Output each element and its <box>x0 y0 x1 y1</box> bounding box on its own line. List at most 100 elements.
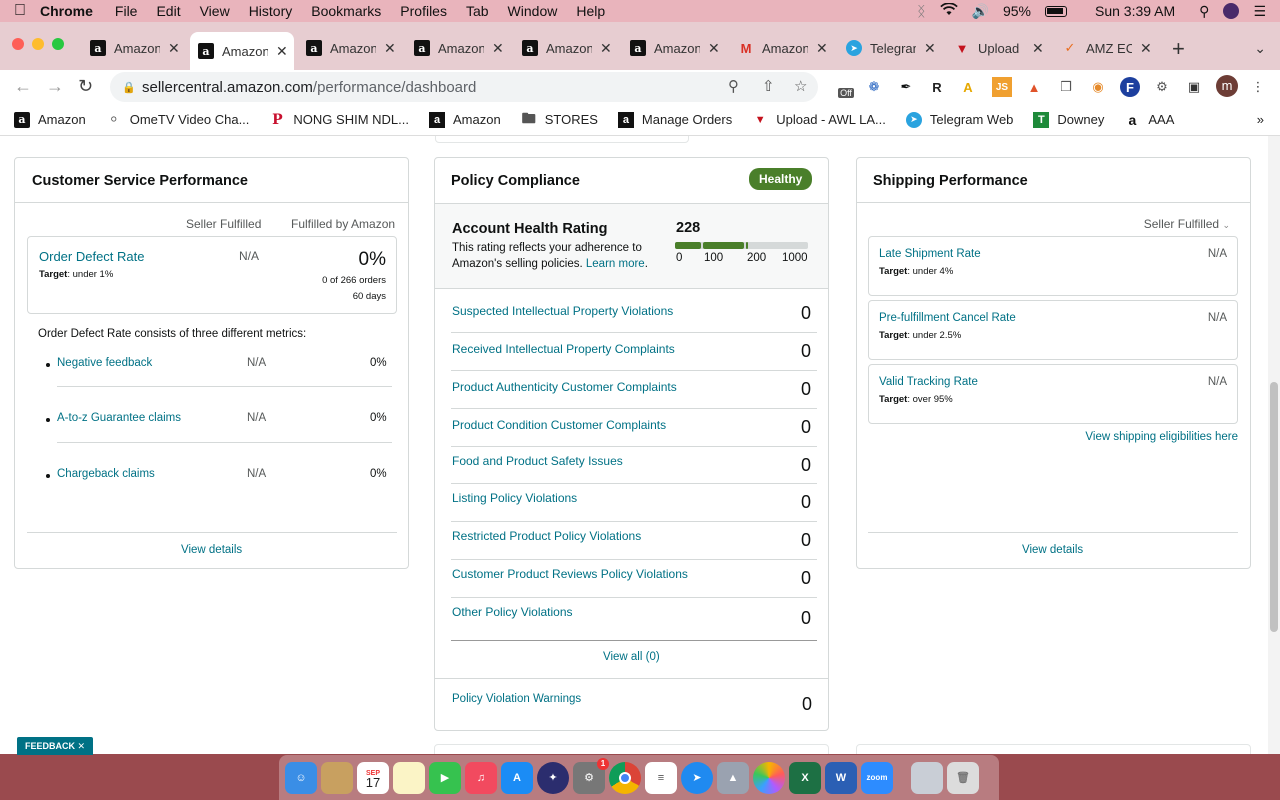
close-tab-icon[interactable]: ✕ <box>708 40 720 57</box>
order-defect-rate-link[interactable]: Order Defect Rate <box>39 249 145 264</box>
safari-icon[interactable]: ➤ <box>681 761 713 794</box>
excel-icon[interactable]: X <box>789 761 821 794</box>
close-tab-icon[interactable]: ✕ <box>924 40 936 57</box>
forward-button[interactable]: → <box>46 76 64 97</box>
menu-view[interactable]: View <box>200 3 230 19</box>
close-tab-icon[interactable]: ✕ <box>816 40 828 57</box>
bookmark-folder-stores[interactable]: 🖿 STORES <box>521 110 598 128</box>
chargeback-claims-link[interactable]: Chargeback claims <box>57 468 155 480</box>
tab-amazon-1[interactable]: a Amazon ✕ <box>82 34 186 62</box>
siri-icon[interactable]: ✦ <box>537 761 569 794</box>
trash-icon[interactable]: 🗑 <box>947 761 979 794</box>
extension-circle-icon[interactable]: ◉ <box>1088 77 1108 97</box>
launchpad-icon[interactable]: ▲ <box>717 761 749 794</box>
chrome-menu-icon[interactable]: ⋮ <box>1248 77 1268 97</box>
battery-icon[interactable] <box>1045 5 1067 17</box>
shipping-view-details[interactable]: View details <box>1022 544 1083 556</box>
zoom-window-button[interactable] <box>52 38 64 50</box>
clock[interactable]: Sun 3:39 AM <box>1095 3 1175 19</box>
fulfillment-filter-dropdown[interactable]: Seller Fulfilled ⌄ <box>1144 217 1230 231</box>
calendar-icon[interactable]: SEP 17 <box>357 761 389 794</box>
preview-icon[interactable] <box>911 761 943 794</box>
menu-app-name[interactable]: Chrome <box>40 3 93 19</box>
policy-row-link[interactable]: Product Authenticity Customer Complaints <box>452 380 677 394</box>
menu-bookmarks[interactable]: Bookmarks <box>311 3 381 19</box>
policy-row-link[interactable]: Other Policy Violations <box>452 605 573 619</box>
extension-js-icon[interactable]: JS <box>992 77 1012 97</box>
bookmark-ometv[interactable]: ⚪ OmeTV Video Cha... <box>106 112 249 128</box>
side-panel-icon[interactable]: ▣ <box>1184 77 1204 97</box>
extension-cube-icon[interactable]: ❒ <box>1056 77 1076 97</box>
close-tab-icon[interactable]: ✕ <box>1140 40 1152 57</box>
bookmark-aaa[interactable]: a AAA <box>1124 112 1174 128</box>
menu-window[interactable]: Window <box>508 3 558 19</box>
bookmark-nongshim[interactable]: P NONG SHIM NDL... <box>269 112 409 128</box>
menu-file[interactable]: File <box>115 3 138 19</box>
volume-icon[interactable]: 🔊 <box>972 3 989 20</box>
close-icon[interactable]: ✕ <box>78 741 86 751</box>
share-icon[interactable]: ⇧ <box>762 77 775 95</box>
new-tab-button[interactable]: + <box>1172 36 1185 62</box>
profile-avatar[interactable]: m <box>1216 75 1238 97</box>
view-all-link[interactable]: View all (0) <box>603 651 660 663</box>
scrollbar-thumb[interactable] <box>1270 382 1278 632</box>
photos-icon[interactable] <box>753 761 785 794</box>
close-window-button[interactable] <box>12 38 24 50</box>
apple-icon[interactable]:  <box>0 2 40 20</box>
bookmark-telegram-web[interactable]: ➤ Telegram Web <box>905 111 1013 128</box>
a-to-z-claims-link[interactable]: A-to-z Guarantee claims <box>57 412 181 424</box>
bookmark-star-icon[interactable]: ☆ <box>794 77 807 95</box>
extensions-puzzle-icon[interactable]: ⚙ <box>1152 77 1172 97</box>
bookmarks-overflow-icon[interactable]: » <box>1257 112 1264 127</box>
bookmark-downey[interactable]: T Downey <box>1033 111 1104 128</box>
control-center-icon[interactable]: ☰ <box>1253 3 1266 20</box>
extension-blue-icon[interactable]: ❁ <box>864 77 884 97</box>
pre-fulfillment-cancel-rate-link[interactable]: Pre-fulfillment Cancel Rate <box>879 312 1016 324</box>
policy-violation-warnings-link[interactable]: Policy Violation Warnings <box>452 693 581 705</box>
close-tab-icon[interactable]: ✕ <box>276 43 288 60</box>
lock-icon[interactable]: 🔒 <box>122 81 136 94</box>
minimize-window-button[interactable] <box>32 38 44 50</box>
policy-row-link[interactable]: Food and Product Safety Issues <box>452 454 623 468</box>
policy-row-link[interactable]: Listing Policy Violations <box>452 491 577 505</box>
chrome-icon[interactable] <box>609 761 641 794</box>
extension-f-icon[interactable]: F <box>1120 77 1140 97</box>
late-shipment-rate-link[interactable]: Late Shipment Rate <box>879 248 981 260</box>
valid-tracking-rate-link[interactable]: Valid Tracking Rate <box>879 376 978 388</box>
zoom-icon[interactable]: zoom <box>861 761 893 794</box>
bookmark-manage-orders[interactable]: a Manage Orders <box>617 111 732 128</box>
extension-rs-icon[interactable]: R <box>927 77 947 97</box>
feedback-tab[interactable]: FEEDBACK ✕ <box>17 737 94 755</box>
policy-row-link[interactable]: Restricted Product Policy Violations <box>452 529 641 543</box>
menu-edit[interactable]: Edit <box>156 3 180 19</box>
word-icon[interactable]: W <box>825 761 857 794</box>
close-tab-icon[interactable]: ✕ <box>1032 40 1044 57</box>
page-scrollbar[interactable] <box>1268 136 1280 754</box>
reminders-icon[interactable]: ≡ <box>645 761 677 794</box>
customer-service-view-details[interactable]: View details <box>181 544 242 556</box>
music-icon[interactable]: ♫ <box>465 761 497 794</box>
notes-icon[interactable] <box>393 761 425 794</box>
shipping-eligibilities-link[interactable]: View shipping eligibilities here <box>1085 431 1238 443</box>
tab-amazon-4[interactable]: a Amazon ✕ <box>406 34 510 62</box>
spotlight-search-icon[interactable]: ⚲ <box>1199 3 1209 20</box>
extension-pen-icon[interactable]: ✒ <box>896 77 916 97</box>
policy-row-link[interactable]: Received Intellectual Property Complaint… <box>452 342 675 356</box>
menu-profiles[interactable]: Profiles <box>400 3 447 19</box>
wifi-icon[interactable] <box>939 2 958 19</box>
zoom-icon[interactable]: ⚲ <box>728 77 739 95</box>
back-button[interactable]: ← <box>14 76 32 97</box>
tab-amazon-5[interactable]: a Amazon ✕ <box>514 34 618 62</box>
bookmark-amazon-2[interactable]: a Amazon <box>429 111 501 128</box>
close-tab-icon[interactable]: ✕ <box>492 40 504 57</box>
user-avatar-icon[interactable] <box>1223 3 1240 19</box>
app-store-icon[interactable]: A <box>501 761 533 794</box>
tab-amz-ec[interactable]: ✓ AMZ EC ✕ <box>1054 34 1158 62</box>
policy-row-link[interactable]: Product Condition Customer Complaints <box>452 418 666 432</box>
tab-amazon-active[interactable]: a Amazon ✕ <box>190 32 294 70</box>
address-bar[interactable]: 🔒 sellercentral.amazon.com/performance/d… <box>110 72 818 102</box>
menu-help[interactable]: Help <box>576 3 605 19</box>
menu-tab[interactable]: Tab <box>466 3 489 19</box>
extension-fire-icon[interactable]: ▲ <box>1024 77 1044 97</box>
tab-amazon-6[interactable]: a Amazon ✕ <box>622 34 726 62</box>
